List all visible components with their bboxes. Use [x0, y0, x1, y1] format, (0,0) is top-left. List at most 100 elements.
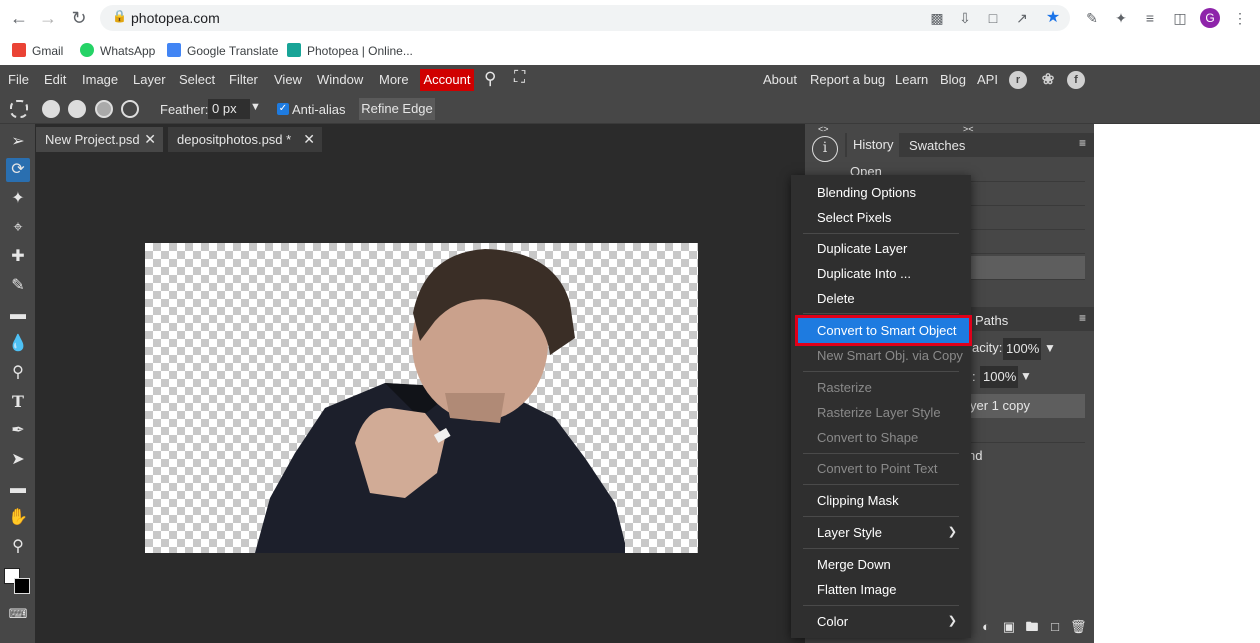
eyedropper-icon[interactable]: ✎ — [1082, 8, 1102, 28]
menu-item-select-pixels[interactable]: Select Pixels — [817, 210, 891, 225]
zoom-tool-icon[interactable]: ⚲ — [6, 535, 30, 559]
close-icon[interactable]: ✕ — [144, 127, 156, 152]
magic-wand-icon[interactable]: ✦ — [6, 187, 30, 211]
menu-image[interactable]: Image — [82, 72, 118, 87]
menu-item-duplicate-into[interactable]: Duplicate Into ... — [817, 266, 911, 281]
menu-select[interactable]: Select — [179, 72, 215, 87]
search-icon[interactable]: ⚲ — [484, 69, 496, 89]
trash-icon[interactable]: 🗑 — [1070, 619, 1087, 635]
adjustment-layer-icon[interactable]: ◐ — [978, 619, 994, 635]
browser-chrome: ← → ↻ 🔒 photopea.com ▩ ⇩ □ ↗ ★ ✎ ✦ ≡ ◫ G… — [0, 0, 1260, 65]
reload-icon[interactable]: ↻ — [68, 7, 90, 29]
tab-depositphotos[interactable]: depositphotos.psd * ✕ — [168, 127, 322, 152]
kebab-menu-icon[interactable]: ⋮ — [1230, 8, 1250, 28]
rectangle-tool-icon[interactable]: ▬ — [6, 477, 30, 501]
expand-icon[interactable]: >< — [963, 124, 974, 134]
collapse-icon[interactable]: <> — [818, 124, 829, 134]
tab-swatches[interactable]: Swatches — [909, 138, 965, 153]
feather-dropdown-icon[interactable]: ▼ — [250, 101, 261, 113]
share-icon[interactable]: ↗ — [1012, 8, 1032, 28]
right-blank-area — [1094, 124, 1260, 643]
crop-tool-icon[interactable]: ⌖ — [6, 216, 30, 240]
tab-history[interactable]: History — [847, 133, 900, 157]
lasso-tool-icon[interactable]: ⟳ — [6, 158, 30, 182]
bookmark-google-translate[interactable]: Google Translate — [167, 42, 278, 60]
gradient-tool-icon[interactable]: ▬ — [6, 303, 30, 327]
menu-separator — [803, 313, 959, 314]
link-api[interactable]: API — [977, 72, 998, 87]
link-learn[interactable]: Learn — [895, 72, 928, 87]
menu-view[interactable]: View — [274, 72, 302, 87]
address-bar[interactable] — [100, 5, 1070, 31]
menu-window[interactable]: Window — [317, 72, 363, 87]
document-canvas[interactable] — [145, 243, 698, 553]
add-selection-icon[interactable] — [68, 100, 86, 118]
account-button[interactable]: Account — [420, 69, 474, 91]
folder-icon[interactable]: 🖿 — [1024, 619, 1040, 635]
menu-item-delete[interactable]: Delete — [817, 291, 855, 306]
link-report-bug[interactable]: Report a bug — [810, 72, 885, 87]
tab-new-project[interactable]: New Project.psd ✕ — [36, 127, 163, 152]
lasso-tool-icon[interactable] — [10, 100, 28, 118]
fill-input[interactable]: 100% — [980, 366, 1018, 388]
reddit-icon[interactable]: r — [1009, 71, 1027, 89]
bookmark-star-icon[interactable]: ★ — [1043, 8, 1063, 28]
new-layer-icon[interactable]: □ — [1047, 619, 1063, 635]
panel-menu-icon[interactable]: ≡ — [1079, 136, 1086, 150]
url-text[interactable]: photopea.com — [131, 10, 220, 26]
hand-tool-icon[interactable]: ✋ — [6, 506, 30, 530]
twitter-icon[interactable]: ❀ — [1039, 71, 1057, 89]
side-panel-icon[interactable]: ◫ — [1170, 8, 1190, 28]
facebook-icon[interactable]: f — [1067, 71, 1085, 89]
opacity-input[interactable]: 100% — [1003, 338, 1041, 360]
intersect-selection-icon[interactable] — [121, 100, 139, 118]
antialias-checkbox[interactable]: ✓ — [277, 103, 289, 115]
menu-layer[interactable]: Layer — [133, 72, 166, 87]
mask-icon[interactable]: ▣ — [1001, 619, 1017, 635]
extensions-icon[interactable]: ✦ — [1111, 8, 1131, 28]
dodge-tool-icon[interactable]: ⚲ — [6, 361, 30, 385]
new-selection-icon[interactable] — [42, 100, 60, 118]
move-tool-icon[interactable]: ➢ — [6, 130, 30, 154]
info-icon[interactable]: i — [812, 136, 838, 162]
menu-file[interactable]: File — [8, 72, 29, 87]
link-about[interactable]: About — [763, 72, 797, 87]
pen-tool-icon[interactable]: ✒ — [6, 419, 30, 443]
bookmark-gmail[interactable]: Gmail — [12, 42, 63, 60]
fill-dropdown-icon[interactable]: ▼ — [1020, 369, 1032, 383]
bookmark-whatsapp[interactable]: WhatsApp — [80, 42, 155, 60]
tab-paths[interactable]: Paths — [975, 313, 1008, 328]
menu-more[interactable]: More — [379, 72, 409, 87]
blur-tool-icon[interactable]: 💧 — [6, 332, 30, 356]
layers-menu-icon[interactable]: ≡ — [1079, 311, 1086, 325]
link-blog[interactable]: Blog — [940, 72, 966, 87]
antialias-label: Anti-alias — [292, 102, 346, 117]
reading-list-icon[interactable]: ≡ — [1140, 8, 1160, 28]
refine-edge-button[interactable]: Refine Edge — [359, 98, 435, 120]
feather-input[interactable]: 0 px — [208, 99, 250, 119]
menu-filter[interactable]: Filter — [229, 72, 258, 87]
install-icon[interactable]: ⇩ — [955, 8, 975, 28]
subtract-selection-icon[interactable] — [95, 100, 113, 118]
forward-icon[interactable]: → — [37, 7, 59, 29]
profile-avatar[interactable]: G — [1200, 8, 1220, 28]
close-icon[interactable]: ✕ — [303, 127, 315, 152]
menu-item-highlight — [795, 315, 972, 346]
menu-edit[interactable]: Edit — [44, 72, 66, 87]
menu-item-blending-options[interactable]: Blending Options — [817, 185, 916, 200]
healing-brush-icon[interactable]: ✚ — [6, 245, 30, 269]
fullscreen-icon[interactable]: ⛶ — [514, 69, 525, 87]
document-icon[interactable]: □ — [983, 8, 1003, 28]
brush-tool-icon[interactable]: ✎ — [6, 274, 30, 298]
bookmark-photopea[interactable]: Photopea | Online... — [287, 42, 413, 60]
menu-item-duplicate-layer[interactable]: Duplicate Layer — [817, 241, 907, 256]
path-select-icon[interactable]: ➤ — [6, 448, 30, 472]
opacity-dropdown-icon[interactable]: ▼ — [1044, 341, 1056, 355]
translate-icon — [167, 43, 181, 57]
background-color-swatch[interactable] — [14, 578, 30, 594]
back-icon[interactable]: ← — [8, 7, 30, 29]
keyboard-icon[interactable]: ⌨ — [6, 602, 30, 626]
layer-row-selected[interactable]: yer 1 copy — [966, 394, 1085, 418]
type-tool-icon[interactable]: T — [6, 390, 30, 414]
share-page-icon[interactable]: ▩ — [927, 8, 947, 28]
